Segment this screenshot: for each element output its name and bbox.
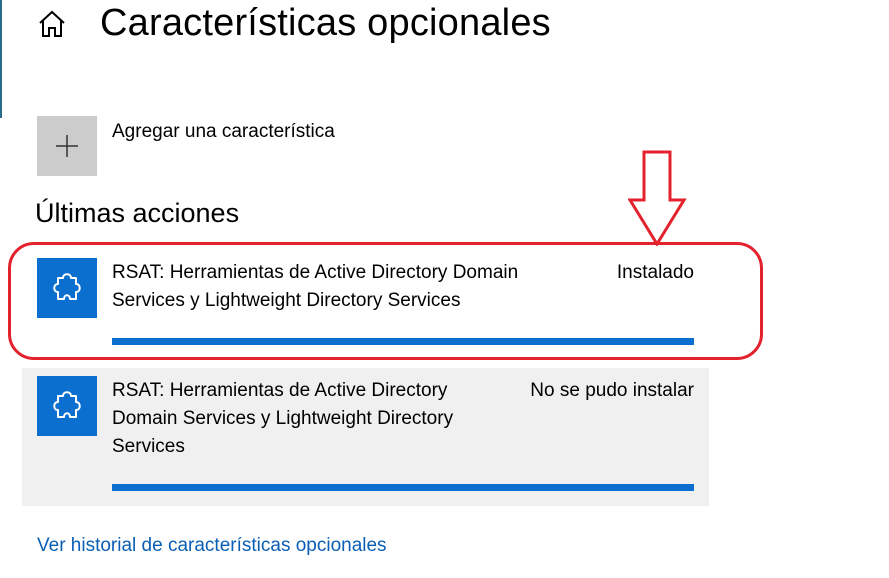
puzzle-piece-icon bbox=[37, 376, 97, 436]
feature-status: Instalado bbox=[616, 262, 694, 283]
view-history-link[interactable]: Ver historial de características opciona… bbox=[37, 533, 387, 559]
recent-actions-heading: Últimas acciones bbox=[35, 198, 240, 228]
add-feature-label[interactable]: Agregar una característica bbox=[112, 120, 335, 144]
add-feature-button[interactable] bbox=[37, 116, 97, 176]
progress-fill bbox=[112, 484, 694, 491]
window-left-edge bbox=[0, 0, 2, 118]
plus-icon bbox=[56, 135, 78, 157]
progress-fill bbox=[112, 338, 694, 345]
progress-bar bbox=[112, 484, 694, 491]
feature-name: RSAT: Herramientas de Active Directory D… bbox=[112, 380, 454, 457]
home-icon[interactable] bbox=[37, 9, 67, 39]
page-title: Características opcionales bbox=[100, 2, 551, 44]
feature-name: RSAT: Herramientas de Active Directory D… bbox=[112, 262, 519, 311]
puzzle-piece-icon bbox=[37, 258, 97, 318]
annotation-down-arrow-icon bbox=[628, 150, 687, 246]
recent-action-item-2[interactable]: RSAT: Herramientas de Active Directory D… bbox=[22, 368, 709, 506]
recent-action-item-1[interactable]: RSAT: Herramientas de Active Directory D… bbox=[22, 254, 709, 350]
feature-status: No se pudo instalar bbox=[530, 380, 694, 401]
progress-bar bbox=[112, 338, 694, 345]
